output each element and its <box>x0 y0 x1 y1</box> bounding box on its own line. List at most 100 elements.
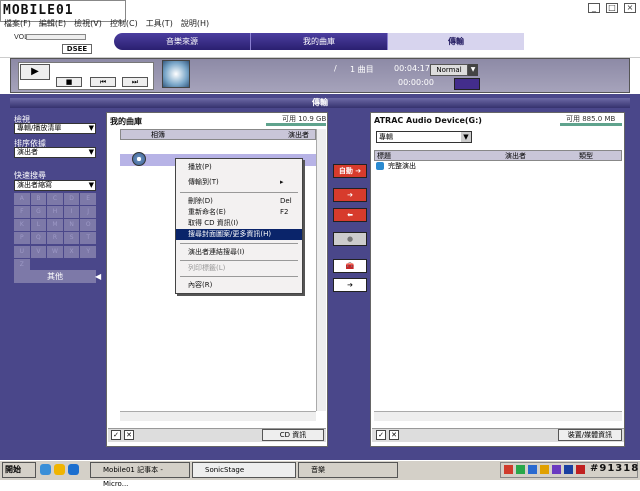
nav-music-source[interactable]: 音樂來源 <box>114 33 251 50</box>
collapse-sidebar-icon[interactable]: ◀ <box>95 272 101 281</box>
letter-button[interactable]: K <box>14 219 30 232</box>
menu-tools[interactable]: 工具(T) <box>142 16 177 30</box>
device-horizontal-scrollbar[interactable] <box>374 411 622 421</box>
letter-button[interactable]: H <box>47 206 63 219</box>
library-horizontal-scrollbar[interactable] <box>120 411 316 421</box>
menu-item-rename[interactable]: 重新命名(E) F2 <box>176 207 302 218</box>
arrow-left-icon: ⬅ <box>347 211 353 219</box>
letter-button[interactable]: X <box>63 245 80 258</box>
play-button[interactable]: ▶ <box>20 64 50 80</box>
tray-icon[interactable] <box>504 465 513 474</box>
close-icon[interactable]: × <box>624 3 636 13</box>
transfer-to-library-button[interactable]: ⬅ <box>333 208 367 222</box>
letter-button[interactable]: J <box>80 206 96 219</box>
letter-button[interactable]: N <box>63 219 80 232</box>
column-album[interactable]: 相簿 <box>121 130 165 139</box>
messenger-icon[interactable] <box>54 464 65 475</box>
task-sonicstage[interactable]: SonicStage <box>192 462 296 478</box>
task-music[interactable]: 音樂 <box>298 462 398 478</box>
letter-button[interactable]: M <box>47 219 63 232</box>
menu-item-print-label: 列印標籤(L) <box>176 263 302 274</box>
letter-button[interactable]: Q <box>30 232 47 245</box>
volume-slider[interactable] <box>26 34 86 40</box>
letter-button[interactable]: R <box>47 232 63 245</box>
letter-button[interactable]: I <box>63 206 80 219</box>
nav-transfer[interactable]: 傳輸 <box>388 33 524 50</box>
column-title[interactable]: 標題 <box>375 151 505 160</box>
sort-dropdown[interactable]: 演出者 ▼ <box>14 147 96 158</box>
nav-label: 我的曲庫 <box>303 37 335 46</box>
other-letter-button[interactable]: 其他 <box>14 270 96 283</box>
start-button[interactable]: 開始 <box>2 462 36 478</box>
menu-help[interactable]: 說明(H) <box>177 16 213 30</box>
letter-button[interactable]: F <box>14 206 30 219</box>
letter-button[interactable]: G <box>30 206 47 219</box>
letter-button[interactable]: U <box>14 245 30 258</box>
letter-button[interactable]: T <box>80 232 96 245</box>
menu-file[interactable]: 檔案(F) <box>0 16 35 30</box>
tray-icon[interactable] <box>540 465 549 474</box>
column-type[interactable]: 類型 <box>579 151 593 160</box>
letter-button[interactable]: Y <box>80 245 96 258</box>
previous-button[interactable]: ⏮ <box>90 77 116 87</box>
uncheck-icon[interactable]: ✕ <box>389 430 399 440</box>
letter-button[interactable]: C <box>47 193 63 205</box>
menu-item-search-cover-art[interactable]: 搜尋封面圖案/更多資訊(H) <box>176 229 302 240</box>
letter-button[interactable]: D <box>63 193 80 205</box>
menu-divider <box>180 243 298 244</box>
view-dropdown[interactable]: 專輯/播放清單 ▼ <box>14 123 96 134</box>
uncheck-icon[interactable]: ✕ <box>124 430 134 440</box>
menu-item-label: 演出者連結搜尋(I) <box>188 248 245 256</box>
stop-button[interactable]: ■ <box>56 77 82 87</box>
letter-button[interactable]: W <box>47 245 63 258</box>
checkbox-icon[interactable]: ✓ <box>111 430 121 440</box>
nav-my-library[interactable]: 我的曲庫 <box>251 33 388 50</box>
menu-item-delete[interactable]: 刪除(D) Del <box>176 196 302 207</box>
letter-button[interactable]: E <box>80 193 96 205</box>
column-artist[interactable]: 演出者 <box>505 151 579 160</box>
cd-info-button[interactable]: CD 資訊 <box>262 429 324 441</box>
tray-icon[interactable] <box>552 465 561 474</box>
transfer-to-device-button[interactable]: ➔ <box>333 188 367 202</box>
menu-item-properties[interactable]: 內容(R) <box>176 280 302 291</box>
chevron-down-icon[interactable]: ▼ <box>468 64 478 76</box>
stop-transfer-button[interactable]: ● <box>333 232 367 246</box>
list-item[interactable]: 完整演出 <box>374 161 622 172</box>
menu-edit[interactable]: 編輯(E) <box>35 16 70 30</box>
play-mode-select[interactable]: Normal <box>430 64 468 76</box>
letter-button[interactable]: O <box>80 219 96 232</box>
menu-item-transfer-to[interactable]: 傳輸到(T) ▸ <box>176 177 302 188</box>
toolbox-button[interactable]: 🧰 <box>333 259 367 273</box>
minimize-icon[interactable]: _ <box>588 3 600 13</box>
auto-transfer-button[interactable]: 自動 ➔ <box>333 164 367 178</box>
device-view-dropdown[interactable]: 專輯 <box>376 131 472 143</box>
move-right-button[interactable]: ➔ <box>333 278 367 292</box>
menu-item-play[interactable]: 播放(P) <box>176 162 302 173</box>
chevron-down-icon[interactable]: ▼ <box>461 132 471 142</box>
menu-view[interactable]: 檢視(V) <box>70 16 106 30</box>
desktop-icon[interactable] <box>40 464 51 475</box>
device-info-button[interactable]: 裝置/媒體資訊 <box>558 429 622 441</box>
tray-icon[interactable] <box>528 465 537 474</box>
menu-item-get-cd-info[interactable]: 取得 CD 資訊(I) <box>176 218 302 229</box>
letter-button[interactable]: A <box>14 193 30 205</box>
tray-icon[interactable] <box>576 465 585 474</box>
maximize-icon[interactable]: □ <box>606 3 618 13</box>
letter-button[interactable]: B <box>30 193 47 205</box>
letter-button[interactable]: S <box>63 232 80 245</box>
ie-icon[interactable] <box>68 464 79 475</box>
menu-item-artist-link-search[interactable]: 演出者連結搜尋(I) <box>176 247 302 258</box>
dsee-button[interactable]: DSEE <box>62 44 92 54</box>
library-vertical-scrollbar[interactable] <box>316 129 326 411</box>
letter-button[interactable]: P <box>14 232 30 245</box>
column-artist[interactable]: 演出者 <box>288 130 315 139</box>
quick-search-dropdown[interactable]: 演出者縮寫 ▼ <box>14 180 96 191</box>
tray-icon[interactable] <box>516 465 525 474</box>
letter-button[interactable]: V <box>30 245 47 258</box>
letter-button[interactable]: L <box>30 219 47 232</box>
checkbox-icon[interactable]: ✓ <box>376 430 386 440</box>
task-notepad[interactable]: Mobile01 記事本 - Micro... <box>90 462 190 488</box>
menu-control[interactable]: 控制(C) <box>106 16 142 30</box>
next-button[interactable]: ⏭ <box>122 77 148 87</box>
tray-icon[interactable] <box>564 465 573 474</box>
